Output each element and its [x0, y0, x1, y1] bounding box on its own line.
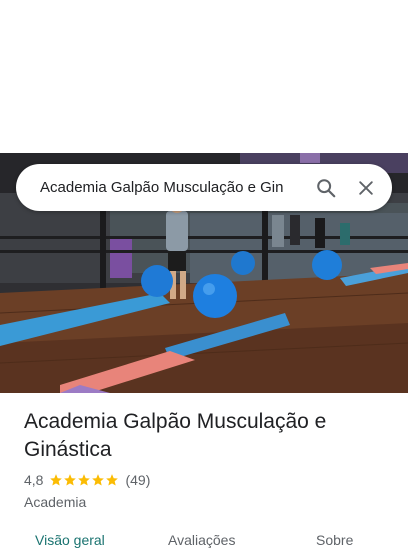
- rating-value: 4,8: [24, 472, 44, 488]
- place-category[interactable]: Academia: [24, 494, 86, 510]
- search-button[interactable]: [306, 168, 346, 208]
- close-button[interactable]: [346, 168, 386, 208]
- search-bar[interactable]: Academia Galpão Musculação e Gin: [16, 164, 392, 211]
- place-title: Academia Galpão Musculação e Ginástica: [24, 410, 327, 461]
- search-input[interactable]: Academia Galpão Musculação e Gin: [40, 179, 306, 196]
- star-icon: [92, 474, 105, 486]
- star-icon: [64, 474, 77, 486]
- star-rating: [49, 473, 119, 487]
- review-count[interactable]: (49): [125, 472, 150, 488]
- tab-bar: Visão geral Avaliações Sobre: [0, 528, 408, 548]
- star-icon: [78, 474, 91, 486]
- close-icon: [359, 180, 373, 195]
- tab-overview[interactable]: Visão geral: [35, 532, 105, 548]
- search-icon: [317, 178, 336, 197]
- star-icon: [50, 474, 63, 486]
- tab-reviews[interactable]: Avaliações: [168, 532, 235, 548]
- rating-row[interactable]: 4,8 (49): [24, 472, 150, 488]
- tab-about[interactable]: Sobre: [316, 532, 353, 548]
- star-icon: [106, 474, 119, 486]
